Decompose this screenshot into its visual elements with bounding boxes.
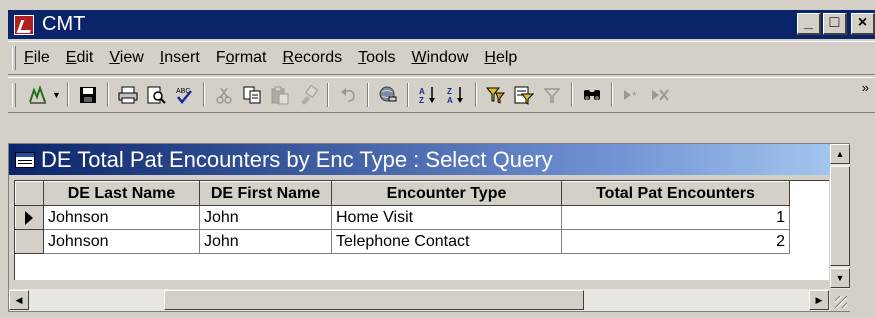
sort-ascending-icon[interactable]: AZ xyxy=(416,83,440,107)
datasheet-grid: DE Last Name DE First Name Encounter Typ… xyxy=(14,180,829,280)
cell-last-name[interactable]: Johnson xyxy=(43,229,200,254)
sort-descending-icon[interactable]: ZA xyxy=(444,83,468,107)
row-selector[interactable] xyxy=(15,205,44,230)
cell-total-encounters[interactable]: 2 xyxy=(561,229,790,254)
toolbar-overflow-chevron-icon[interactable]: » xyxy=(862,81,869,94)
new-record-icon[interactable]: * xyxy=(620,83,644,107)
print-preview-icon[interactable] xyxy=(144,83,168,107)
column-header-total-pat-encounters[interactable]: Total Pat Encounters xyxy=(561,181,790,206)
svg-text:A: A xyxy=(419,87,425,96)
cell-first-name[interactable]: John xyxy=(199,229,332,254)
spelling-icon[interactable]: ABC xyxy=(172,83,196,107)
svg-text:*: * xyxy=(632,89,637,103)
resize-grip-icon[interactable] xyxy=(830,289,850,311)
insert-hyperlink-icon[interactable] xyxy=(376,83,400,107)
horizontal-scrollbar[interactable]: ◀ ▶ xyxy=(9,289,830,311)
header-row: DE Last Name DE First Name Encounter Typ… xyxy=(15,181,790,206)
view-dropdown-arrow-icon[interactable]: ▼ xyxy=(52,90,62,100)
query-title: DE Total Pat Encounters by Enc Type : Se… xyxy=(41,146,553,172)
scroll-left-arrow-icon[interactable]: ◀ xyxy=(9,290,29,310)
menu-records[interactable]: Records xyxy=(283,49,343,67)
cell-total-encounters[interactable]: 1 xyxy=(561,205,790,230)
find-icon[interactable] xyxy=(580,83,604,107)
scroll-down-arrow-icon[interactable]: ▼ xyxy=(830,268,850,288)
current-record-pointer-icon xyxy=(25,210,33,225)
print-icon[interactable] xyxy=(116,83,140,107)
svg-text:Z: Z xyxy=(419,96,424,105)
query-window: DE Total Pat Encounters by Enc Type : Se… xyxy=(8,143,850,312)
toolbar: ▼ ABC AZ ZA * » xyxy=(8,77,875,113)
query-title-bar[interactable]: DE Total Pat Encounters by Enc Type : Se… xyxy=(9,144,849,175)
apply-filter-icon[interactable] xyxy=(540,83,564,107)
filter-by-selection-icon[interactable] xyxy=(484,83,508,107)
vertical-scroll-thumb[interactable] xyxy=(830,166,850,266)
cut-icon[interactable] xyxy=(212,83,236,107)
access-app-icon[interactable] xyxy=(14,14,34,35)
cell-last-name[interactable]: Johnson xyxy=(43,205,200,230)
table-row: Johnson John Home Visit 1 xyxy=(15,205,790,230)
datasheet-table: DE Last Name DE First Name Encounter Typ… xyxy=(15,181,790,254)
scroll-up-arrow-icon[interactable]: ▲ xyxy=(830,144,850,164)
menu-help[interactable]: Help xyxy=(484,49,517,67)
menu-edit[interactable]: Edit xyxy=(66,49,94,67)
cell-first-name[interactable]: John xyxy=(199,205,332,230)
row-selector[interactable] xyxy=(15,229,44,254)
menu-file[interactable]: File xyxy=(24,49,50,67)
column-header-de-last-name[interactable]: DE Last Name xyxy=(43,181,200,206)
minimize-button[interactable]: _ xyxy=(797,13,821,35)
toolbar-grip[interactable] xyxy=(12,83,16,107)
cell-encounter-type[interactable]: Home Visit xyxy=(331,205,562,230)
menu-insert[interactable]: Insert xyxy=(160,49,200,67)
close-button[interactable]: × xyxy=(851,13,875,35)
column-header-encounter-type[interactable]: Encounter Type xyxy=(331,181,562,206)
format-painter-icon[interactable] xyxy=(296,83,320,107)
app-title-bar[interactable]: CMT _ □ × xyxy=(8,10,875,39)
filter-by-form-icon[interactable] xyxy=(512,83,536,107)
menu-window[interactable]: Window xyxy=(411,49,468,67)
delete-record-icon[interactable] xyxy=(648,83,672,107)
select-all-corner[interactable] xyxy=(15,181,44,206)
menu-grip[interactable] xyxy=(12,46,16,70)
menu-view[interactable]: View xyxy=(109,49,143,67)
cell-encounter-type[interactable]: Telephone Contact xyxy=(331,229,562,254)
menu-tools[interactable]: Tools xyxy=(358,49,395,67)
table-row: Johnson John Telephone Contact 2 xyxy=(15,229,790,254)
paste-icon[interactable] xyxy=(268,83,292,107)
app-title: CMT xyxy=(42,13,86,35)
copy-icon[interactable] xyxy=(240,83,264,107)
save-icon[interactable] xyxy=(76,83,100,107)
menu-bar: File Edit View Insert Format Records Too… xyxy=(8,41,875,75)
window-controls: _ □ × xyxy=(797,13,875,35)
design-view-icon[interactable] xyxy=(26,83,50,107)
svg-text:A: A xyxy=(447,96,453,105)
maximize-button[interactable]: □ xyxy=(823,13,847,35)
column-header-de-first-name[interactable]: DE First Name xyxy=(199,181,332,206)
datasheet-icon xyxy=(15,151,35,168)
horizontal-scroll-thumb[interactable] xyxy=(164,290,584,310)
vertical-scrollbar[interactable]: ▲ ▼ xyxy=(830,144,850,289)
scroll-right-arrow-icon[interactable]: ▶ xyxy=(809,290,829,310)
menu-format[interactable]: Format xyxy=(216,49,267,67)
svg-text:Z: Z xyxy=(447,87,452,96)
undo-icon[interactable] xyxy=(336,83,360,107)
